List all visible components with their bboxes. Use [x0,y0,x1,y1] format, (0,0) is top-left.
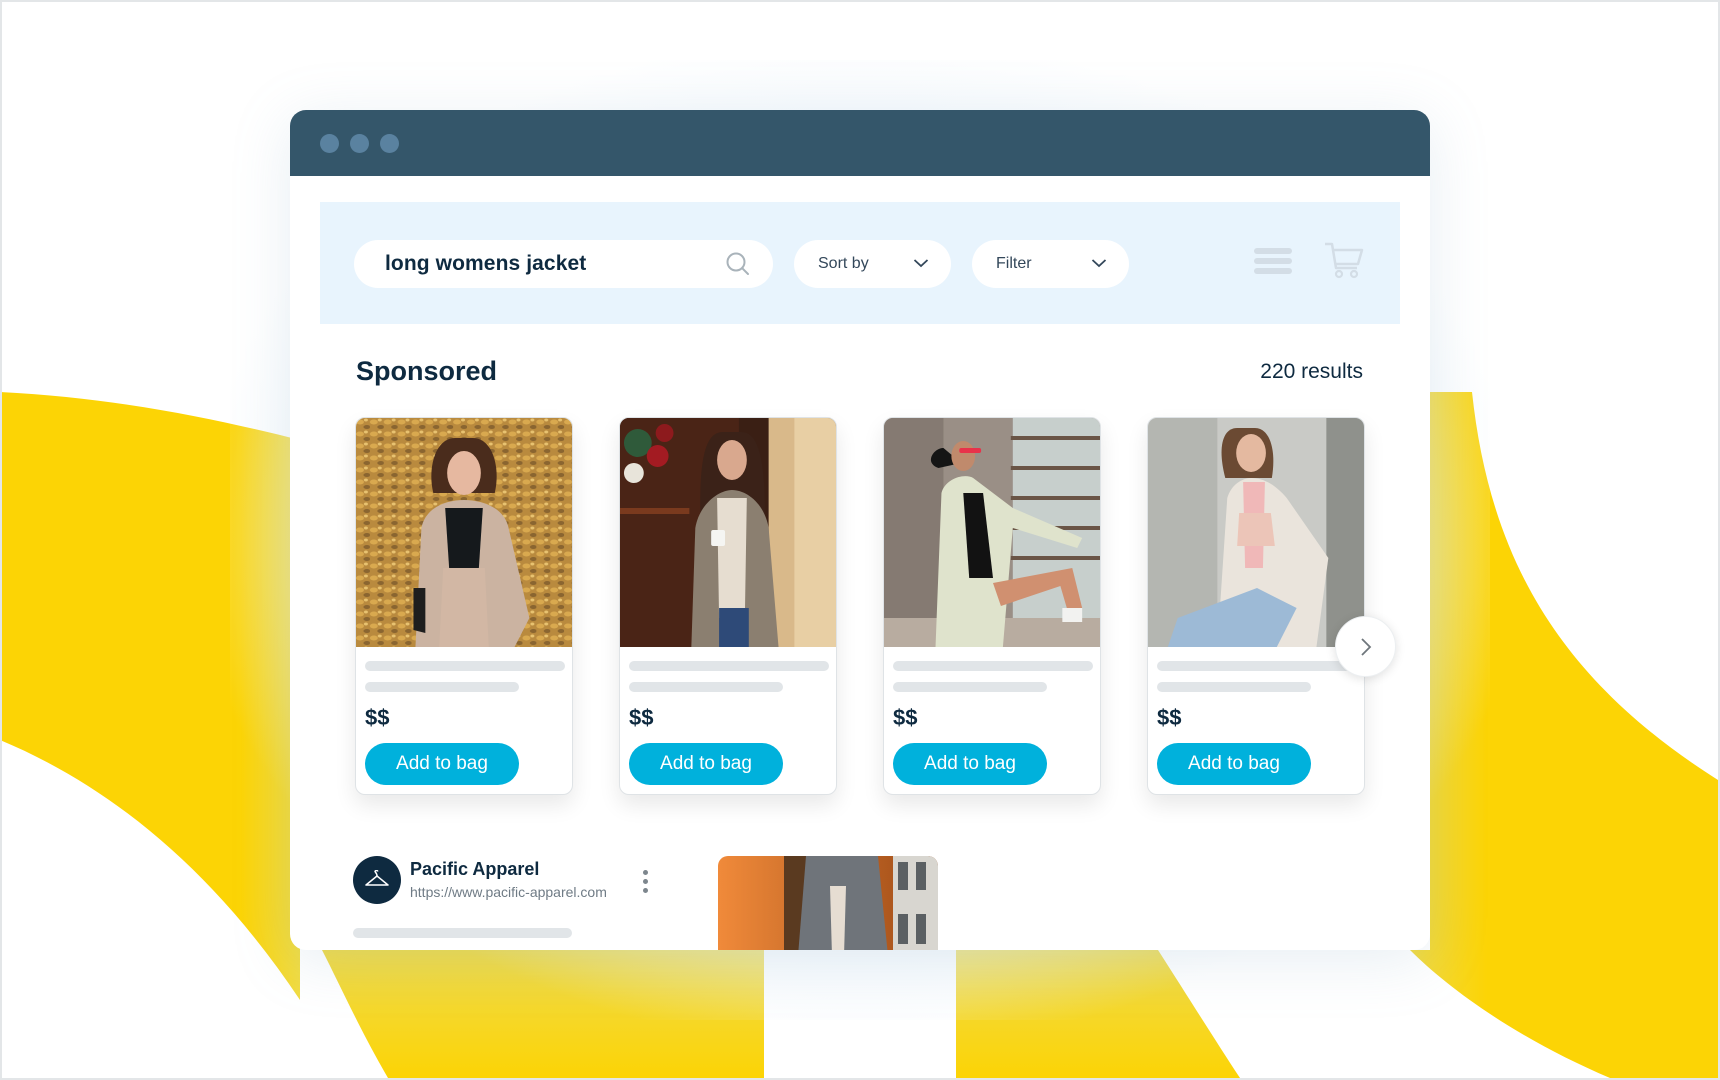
chevron-down-icon [1091,259,1107,268]
search-query[interactable]: long womens jacket [385,252,586,276]
shopping-cart-icon[interactable] [1323,240,1365,280]
window-control-dot[interactable] [320,134,339,153]
results-count: 220 results [1260,360,1363,383]
search-input[interactable]: long womens jacket [354,240,773,288]
filter-dropdown[interactable]: Filter [972,240,1129,288]
marketing-canvas: long womens jacket Sort by Filter Sponso… [0,0,1720,1080]
browser-window: long womens jacket Sort by Filter Sponso… [290,110,1430,950]
add-to-bag-button[interactable]: Add to bag [1157,743,1311,785]
hamburger-menu-icon[interactable] [1254,248,1292,276]
sort-by-label: Sort by [818,255,869,272]
subtitle-placeholder [629,682,783,692]
advertiser-logo[interactable] [353,856,401,904]
browser-titlebar [290,110,1430,176]
window-control-dot[interactable] [380,134,399,153]
kebab-menu-icon[interactable] [643,870,649,896]
product-image[interactable] [884,418,1100,647]
product-card[interactable]: $$ Add to bag [1147,417,1365,795]
product-price: $$ [365,705,390,730]
subtitle-placeholder [893,682,1047,692]
search-toolbar: long womens jacket Sort by Filter [320,202,1400,324]
product-card[interactable]: $$ Add to bag [355,417,573,795]
description-placeholder [353,928,572,938]
hanger-icon [365,870,389,886]
title-placeholder [893,661,1093,671]
title-placeholder [629,661,829,671]
section-title: Sponsored [356,356,498,386]
product-card[interactable]: $$ Add to bag [883,417,1101,795]
add-to-bag-button[interactable]: Add to bag [365,743,519,785]
subtitle-placeholder [1157,682,1311,692]
add-to-bag-button[interactable]: Add to bag [629,743,783,785]
product-card[interactable]: $$ Add to bag [619,417,837,795]
product-price: $$ [629,705,654,730]
product-image[interactable] [1148,418,1364,647]
search-icon[interactable] [725,251,751,277]
title-placeholder [1157,661,1357,671]
product-price: $$ [1157,705,1182,730]
product-price: $$ [893,705,918,730]
title-placeholder [365,661,565,671]
filter-label: Filter [996,255,1032,272]
advertiser-url[interactable]: https://www.pacific-apparel.com [410,884,607,900]
ad-image[interactable] [718,856,938,950]
chevron-right-icon [1361,638,1372,656]
product-image[interactable] [356,418,572,647]
add-to-bag-button[interactable]: Add to bag [893,743,1047,785]
chevron-down-icon [913,259,929,268]
sort-by-dropdown[interactable]: Sort by [794,240,951,288]
carousel-next-button[interactable] [1335,616,1396,677]
product-image[interactable] [620,418,836,647]
subtitle-placeholder [365,682,519,692]
window-control-dot[interactable] [350,134,369,153]
advertiser-name[interactable]: Pacific Apparel [410,859,539,880]
